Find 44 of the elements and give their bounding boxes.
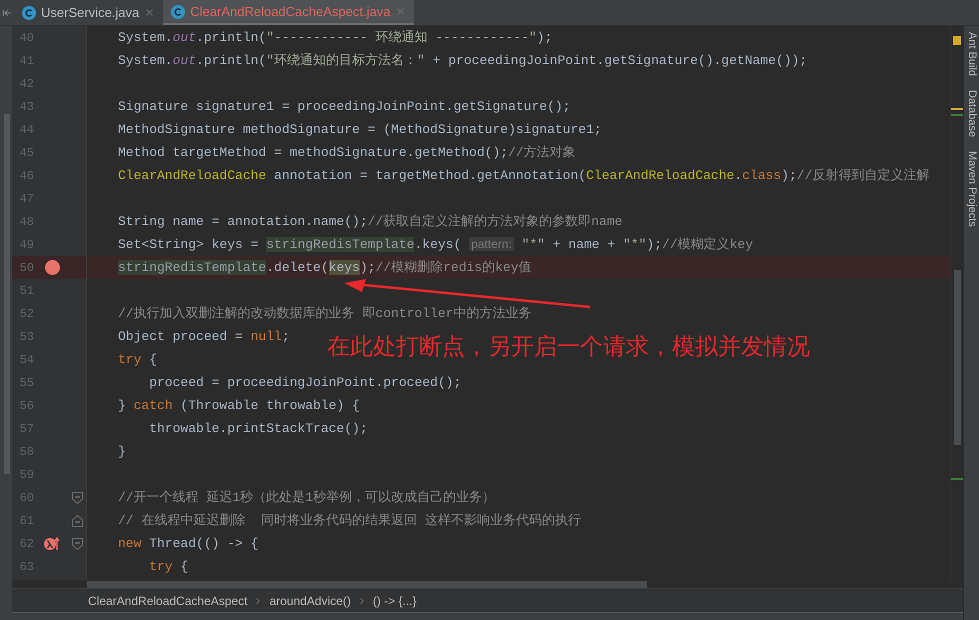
code-line: } catch (Throwable throwable) { [118, 396, 360, 415]
code-line: stringRedisTemplate.delete(keys);//模糊删除redis的key值 [118, 258, 532, 277]
tool-window-button[interactable]: Ant Build [963, 32, 979, 76]
annotation-note: 在此处打断点，另开启一个请求，模拟并发情况 [327, 332, 810, 361]
lambda-breakpoint-icon[interactable] [43, 536, 61, 551]
warning-mark [951, 108, 963, 110]
code-line: String name = annotation.name();//获取自定义注解的方法对象的参数即name [118, 212, 622, 231]
code-line: new Thread(() -> { [118, 534, 258, 553]
collapse-icon[interactable] [2, 8, 12, 18]
code-line: //开一个线程 延迟1秒（此处是1秒举例，可以改成自己的业务） [118, 488, 496, 507]
horizontal-scroll-thumb[interactable] [87, 580, 647, 588]
breakpoint-icon[interactable] [44, 260, 60, 275]
fold-icon[interactable] [72, 538, 82, 550]
change-mark [951, 114, 963, 116]
code-line: throwable.printStackTrace(); [148, 420, 368, 438]
warning-mark [953, 36, 961, 45]
code-line: proceed = proceedingJoinPoint.proceed(); [148, 374, 462, 392]
code-line: MethodSignature methodSignature = (MethodSignature)signature1; [118, 120, 602, 139]
scroll-thumb[interactable] [954, 270, 961, 445]
code-line: Method targetMethod = methodSignature.getMethod();//方法对象 [118, 144, 576, 162]
code-line: } [118, 442, 126, 461]
code-line: Signature signature1 = proceedingJoinPoint.getSignature(); [118, 98, 570, 116]
code-line: // 在线程中延迟删除 同时将业务代码的结果返回 这样不影响业务代码的执行 [118, 512, 581, 530]
class-file-icon [171, 4, 186, 18]
editor-tab[interactable]: UserService.java [14, 0, 164, 25]
breadcrumb-item[interactable]: () -> {...} [372, 592, 416, 610]
code-line: try { [148, 558, 188, 576]
breadcrumb-item[interactable]: aroundAdvice() [269, 592, 351, 610]
code-line: Object proceed = null; [118, 328, 290, 346]
code-line: System.out.println("------------ 环绕通知 ------------"); [118, 28, 552, 47]
code-line: Set<String> keys = stringRedisTemplate.keys( pattern: "*" + name + "*");//模糊定义key [118, 236, 754, 254]
tool-window-button[interactable]: Database [963, 90, 979, 138]
close-icon[interactable] [144, 7, 156, 18]
fold-icon[interactable] [72, 492, 82, 504]
code-line: //执行加入双删注解的改动数据库的业务 即controller中的方法业务 [118, 304, 532, 323]
code-line: try { [118, 350, 158, 369]
change-mark [951, 478, 963, 480]
fold-icon[interactable] [72, 514, 82, 526]
line-number: 50 [18, 260, 34, 276]
class-file-icon [22, 6, 36, 20]
code-line: System.out.println("环绕通知的目标方法名：" + proceedingJoinPoint.getSignature().getName()); [118, 52, 808, 70]
tool-window-button[interactable]: Maven Projects [963, 151, 979, 227]
code-line: ClearAndReloadCache annotation = targetMethod.getAnnotation(ClearAndReloadCache.class);//反射得到自定义注解 [118, 166, 930, 185]
breadcrumb-item[interactable]: ClearAndReloadCacheAspect [88, 592, 248, 610]
